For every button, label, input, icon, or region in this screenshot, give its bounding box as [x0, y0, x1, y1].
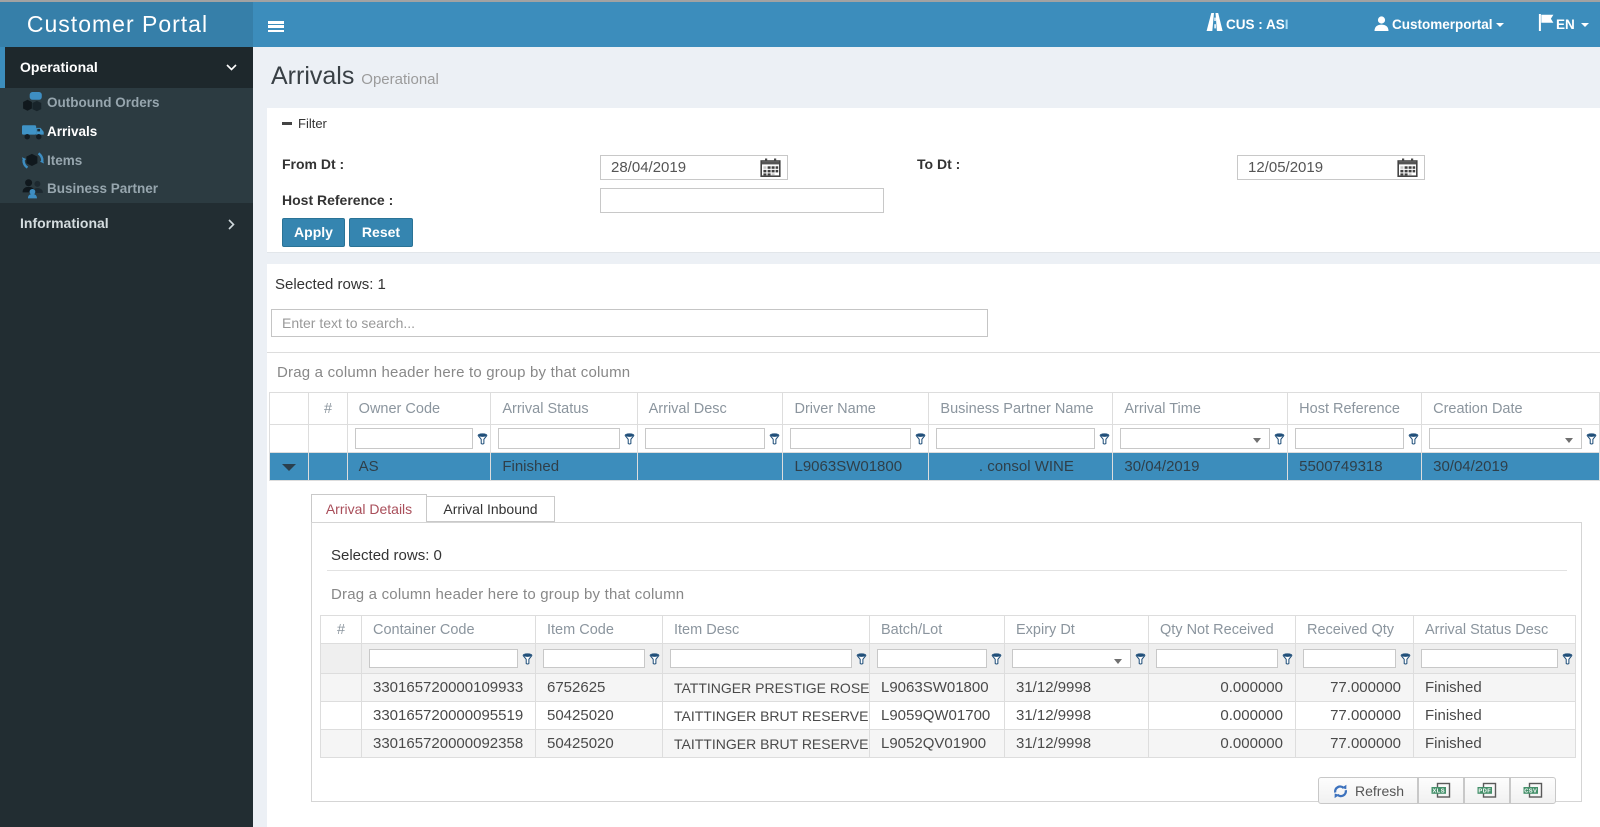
svg-text:CSV: CSV	[1524, 788, 1537, 794]
svg-text:PDF: PDF	[1478, 788, 1491, 794]
svg-text:XLS: XLS	[1433, 788, 1445, 794]
